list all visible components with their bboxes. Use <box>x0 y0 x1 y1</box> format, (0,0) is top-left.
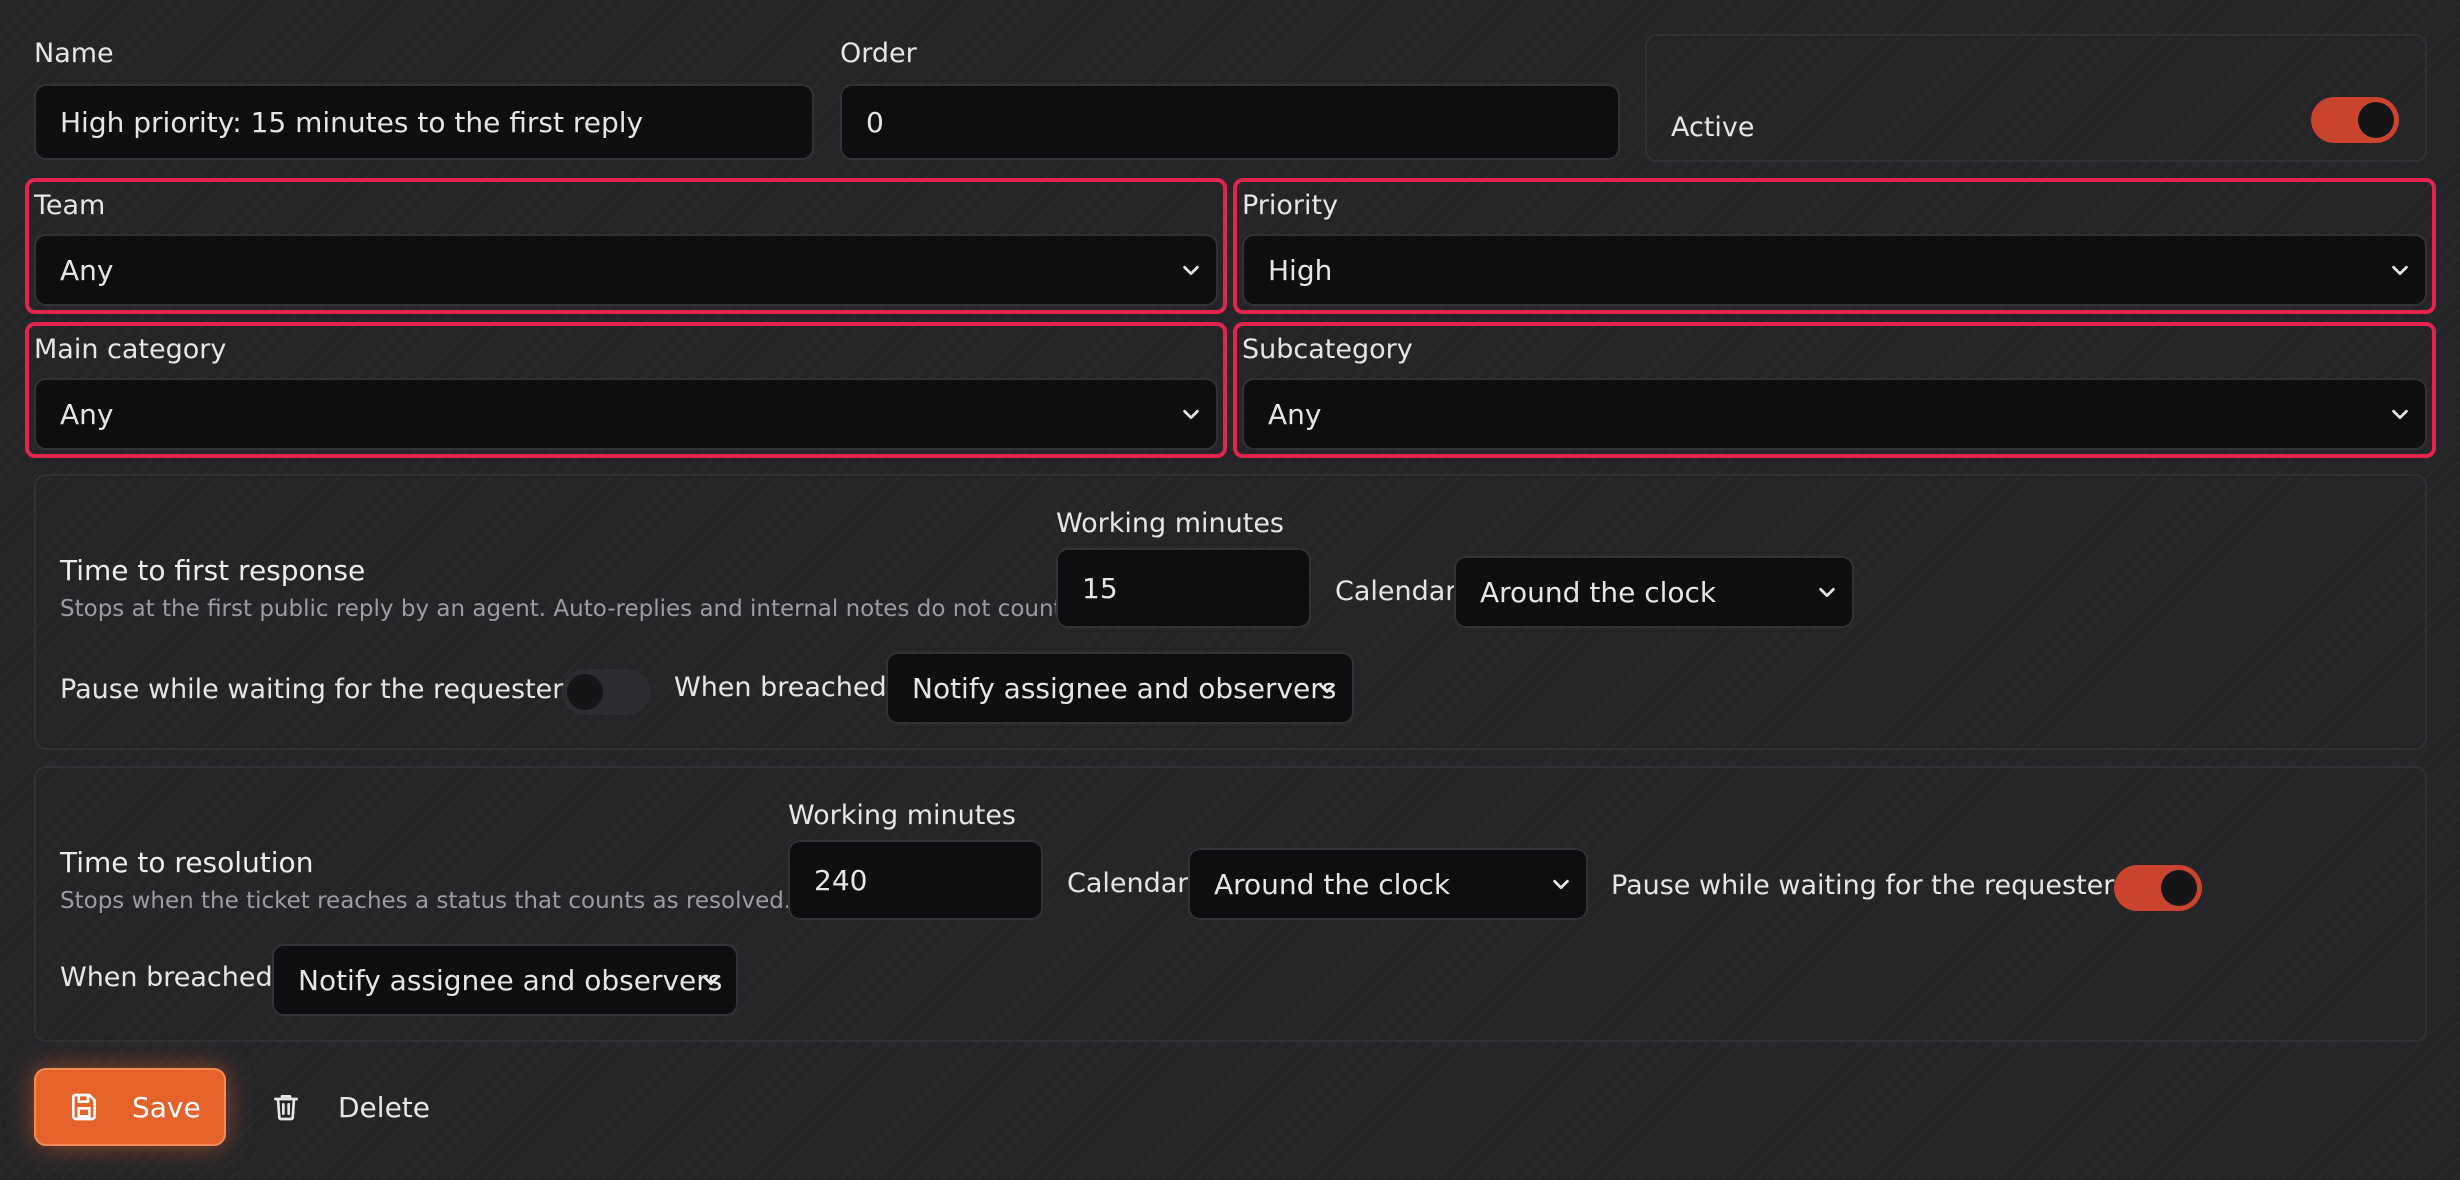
subcategory-select-value: Any <box>1268 397 1322 431</box>
chevron-down-icon <box>1183 409 1199 420</box>
first-response-pause-toggle[interactable] <box>562 669 650 715</box>
toggle-knob <box>567 674 603 710</box>
priority-select-value: High <box>1268 253 1333 287</box>
chevron-down-icon <box>1553 879 1569 890</box>
chevron-down-icon <box>1819 587 1835 598</box>
active-label: Active <box>1671 112 1755 143</box>
chevron-down-icon <box>2392 409 2408 420</box>
resolution-breached-label: When breached <box>60 962 273 993</box>
resolution-calendar-value: Around the clock <box>1214 867 1451 901</box>
main-category-label: Main category <box>34 334 227 365</box>
resolution-pause-toggle[interactable] <box>2114 865 2202 911</box>
resolution-breached-value: Notify assignee and observers <box>298 963 723 997</box>
main-category-select-value: Any <box>60 397 114 431</box>
first-response-pause-label: Pause while waiting for the requester <box>60 674 564 705</box>
team-label: Team <box>34 190 106 221</box>
save-button-label: Save <box>132 1090 201 1124</box>
first-response-title: Time to first response <box>60 554 366 587</box>
first-response-minutes-input[interactable]: 15 <box>1056 548 1311 628</box>
resolution-minutes-input[interactable]: 240 <box>788 840 1043 920</box>
priority-label: Priority <box>1242 190 1339 221</box>
first-response-calendar-value: Around the clock <box>1480 575 1717 609</box>
delete-button-label: Delete <box>338 1090 430 1124</box>
toggle-knob <box>2358 102 2394 138</box>
main-category-select[interactable]: Any <box>34 378 1218 450</box>
name-input[interactable]: High priority: 15 minutes to the first r… <box>34 84 814 160</box>
toggle-knob <box>2161 870 2197 906</box>
subcategory-label: Subcategory <box>1242 334 1413 365</box>
subcategory-select[interactable]: Any <box>1242 378 2427 450</box>
resolution-breached-select[interactable]: Notify assignee and observers <box>272 944 738 1016</box>
team-select[interactable]: Any <box>34 234 1218 306</box>
first-response-breached-value: Notify assignee and observers <box>912 671 1337 705</box>
chevron-down-icon <box>703 975 719 986</box>
resolution-calendar-label: Calendar <box>1067 868 1189 899</box>
first-response-breached-label: When breached <box>674 672 887 703</box>
first-response-description: Stops at the first public reply by an ag… <box>60 596 1070 622</box>
resolution-minutes-label: Working minutes <box>788 800 1016 831</box>
priority-select[interactable]: High <box>1242 234 2427 306</box>
resolution-pause-label: Pause while waiting for the requester <box>1611 870 2115 901</box>
active-panel <box>1645 34 2427 162</box>
first-response-breached-select[interactable]: Notify assignee and observers <box>886 652 1354 724</box>
first-response-calendar-label: Calendar <box>1335 576 1457 607</box>
chevron-down-icon <box>2392 265 2408 276</box>
order-label: Order <box>840 38 917 69</box>
team-select-value: Any <box>60 253 114 287</box>
chevron-down-icon <box>1183 265 1199 276</box>
first-response-calendar-select[interactable]: Around the clock <box>1454 556 1854 628</box>
delete-button[interactable]: Delete <box>270 1078 430 1136</box>
resolution-calendar-select[interactable]: Around the clock <box>1188 848 1588 920</box>
resolution-title: Time to resolution <box>60 846 314 879</box>
first-response-minutes-label: Working minutes <box>1056 508 1284 539</box>
save-button[interactable]: Save <box>34 1068 226 1146</box>
order-input[interactable]: 0 <box>840 84 1620 160</box>
name-label: Name <box>34 38 114 69</box>
resolution-description: Stops when the ticket reaches a status t… <box>60 888 792 914</box>
active-toggle[interactable] <box>2311 97 2399 143</box>
trash-icon <box>274 1095 298 1121</box>
chevron-down-icon <box>1319 683 1335 694</box>
floppy-disk-icon <box>71 1093 96 1121</box>
